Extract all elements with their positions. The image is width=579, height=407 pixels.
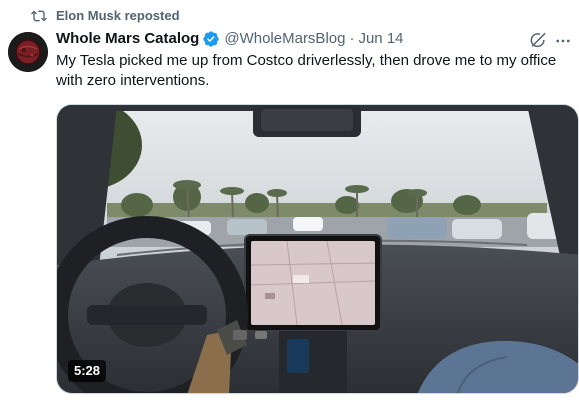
video-player[interactable] — [56, 104, 579, 394]
more-icon — [556, 39, 570, 43]
verified-badge-icon[interactable] — [202, 30, 220, 48]
display-name[interactable]: Whole Mars Catalog — [56, 29, 199, 49]
video-duration-badge: 5:28 — [68, 360, 107, 382]
grok-icon[interactable] — [528, 30, 548, 50]
tweet-header: Whole Mars Catalog @WholeMarsBlog · Jun … — [56, 29, 404, 49]
author-handle[interactable]: @WholeMarsBlog — [224, 29, 345, 49]
repost-icon — [31, 10, 47, 22]
avatar[interactable] — [8, 32, 48, 72]
tweet-text: My Tesla picked me up from Costco driver… — [56, 52, 557, 89]
separator-dot: · — [349, 30, 355, 47]
repost-label[interactable]: Elon Musk reposted — [56, 8, 180, 24]
more-button[interactable] — [553, 31, 573, 51]
video-thumbnail — [57, 105, 578, 393]
tweet-date[interactable]: Jun 14 — [358, 29, 403, 49]
